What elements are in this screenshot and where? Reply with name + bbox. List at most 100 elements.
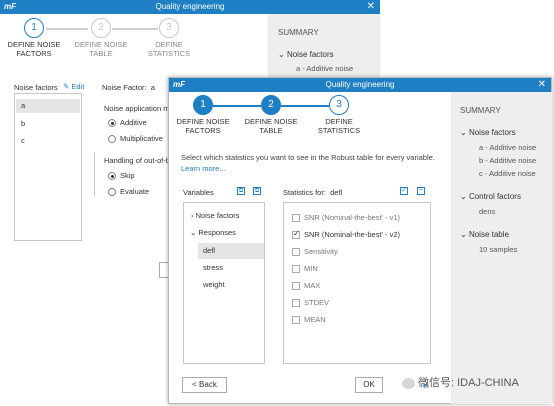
step-2-label: DEFINE NOISE TABLE	[66, 40, 136, 58]
chevron-right-icon[interactable]: ›	[191, 211, 194, 220]
back-button[interactable]: < Back	[182, 377, 227, 393]
radio-icon[interactable]	[108, 135, 116, 144]
stat-label: MEAN	[304, 315, 326, 324]
check-all-icon[interactable]: ✓	[400, 187, 408, 195]
variables-tree: › Noise factors ⌄ Responses defl stress …	[183, 202, 265, 364]
checkbox[interactable]	[292, 265, 300, 274]
noise-factors-list: a b c	[14, 93, 82, 241]
step-label-line: TABLE	[259, 126, 283, 135]
close-icon[interactable]: ✕	[367, 0, 375, 14]
step-2-circle[interactable]: 2	[261, 95, 281, 115]
stat-label: STDEV	[304, 298, 330, 307]
watermark: 微信号: IDAJ-CHINA	[402, 374, 519, 390]
evaluate-radio[interactable]: Evaluate	[108, 187, 150, 197]
summary-section-noise: ⌄ Noise factors	[278, 50, 334, 59]
chevron-down-icon[interactable]: ⌄	[460, 230, 469, 239]
stat-row[interactable]: MEAN	[292, 315, 326, 325]
step-label-line: STATISTICS	[147, 49, 191, 58]
back-titlebar: mF Quality engineering ✕	[0, 0, 380, 14]
step-1-circle[interactable]: 1	[193, 95, 213, 115]
application-label: Noise application m	[104, 104, 170, 113]
summary-item: 10 samples	[479, 245, 518, 254]
radio-icon[interactable]	[108, 172, 116, 181]
step-label-line: DEFINE	[155, 40, 183, 49]
chevron-down-icon[interactable]: ⌄	[190, 228, 196, 237]
checkbox[interactable]	[292, 229, 300, 240]
multiplicative-label: Multiplicative	[120, 134, 163, 143]
step-2-label: DEFINE NOISE TABLE	[236, 117, 306, 135]
pencil-icon: ✎	[63, 82, 70, 91]
step-label-line: DEFINE NOISE	[74, 40, 128, 49]
chevron-down-icon[interactable]: ⌄	[460, 192, 469, 201]
step-3-circle[interactable]: 3	[159, 18, 179, 38]
step-label-line: DEFINE NOISE	[244, 117, 298, 126]
step-label-line: TABLE	[89, 49, 113, 58]
summary-title: SUMMARY	[460, 106, 501, 115]
summary-section-label: Noise table	[468, 230, 509, 239]
tree-item-weight[interactable]: weight	[203, 280, 225, 289]
handling-label: Handling of out-of-b	[104, 156, 170, 165]
step-connector	[112, 28, 158, 30]
step-label-line: DEFINE	[325, 117, 353, 126]
tree-item-stress[interactable]: stress	[203, 263, 223, 272]
step-1-label: DEFINE NOISE FACTORS	[0, 40, 69, 58]
expand-all-icon[interactable]: ⧉	[237, 187, 245, 195]
step-label-line: FACTORS	[185, 126, 221, 135]
separator	[94, 152, 95, 196]
front-summary-panel: SUMMARY ⌄ Noise factors a - Additive noi…	[451, 92, 552, 404]
ok-button[interactable]: OK	[355, 377, 383, 393]
step-1-circle[interactable]: 1	[24, 18, 44, 38]
stat-label: MAX	[304, 281, 321, 290]
noise-factor-title: Noise Factor: a	[102, 83, 155, 92]
additive-label: Additive	[120, 118, 147, 127]
stat-row[interactable]: Sensitivity	[292, 247, 338, 257]
wechat-icon	[402, 377, 415, 389]
tree-item-defl[interactable]: defl	[198, 243, 264, 259]
radio-icon[interactable]	[108, 119, 116, 128]
list-item[interactable]: b	[21, 119, 25, 128]
step-1-label: DEFINE NOISE FACTORS	[168, 117, 238, 135]
chevron-down-icon[interactable]: ⌄	[460, 128, 469, 137]
step-2-circle[interactable]: 2	[91, 18, 111, 38]
stat-row[interactable]: MAX	[292, 281, 321, 291]
uncheck-all-icon[interactable]: −	[417, 187, 425, 195]
list-item[interactable]: a	[16, 99, 80, 113]
evaluate-label: Evaluate	[120, 187, 150, 196]
back-summary-panel: SUMMARY ⌄ Noise factors a - Additive noi…	[268, 14, 380, 84]
radio-icon[interactable]	[108, 188, 116, 197]
edit-button[interactable]: ✎ Edit	[63, 82, 84, 91]
checkbox[interactable]	[292, 214, 300, 223]
skip-radio[interactable]: Skip	[108, 171, 135, 181]
stat-row[interactable]: STDEV	[292, 298, 330, 308]
step-label-line: DEFINE NOISE	[176, 117, 230, 126]
step-connector	[213, 105, 261, 107]
checkbox[interactable]	[292, 316, 300, 325]
multiplicative-radio[interactable]: Multiplicative	[108, 134, 163, 144]
stat-label: SNR (Nominal-the-best' - v2)	[304, 230, 401, 239]
close-icon[interactable]: ✕	[538, 78, 546, 92]
edit-label: Edit	[71, 82, 85, 91]
checkbox[interactable]	[292, 282, 300, 291]
stat-label: SNR (Nominal-the-best' - v1)	[304, 213, 401, 222]
summary-item: dens	[479, 207, 496, 216]
stat-row[interactable]: MIN	[292, 264, 318, 274]
summary-title: SUMMARY	[278, 28, 319, 37]
step-3-circle[interactable]: 3	[329, 95, 349, 115]
checkbox[interactable]	[292, 299, 300, 308]
stat-row[interactable]: SNR (Nominal-the-best' - v1)	[292, 213, 401, 223]
collapse-all-icon[interactable]: ⧉	[253, 187, 261, 195]
window-title: Quality engineering	[325, 80, 395, 89]
statistics-list: SNR (Nominal-the-best' - v1) SNR (Nomina…	[283, 202, 431, 364]
checkbox[interactable]	[292, 248, 300, 257]
chevron-down-icon[interactable]: ⌄	[278, 50, 287, 59]
step-label-line: DEFINE NOISE	[7, 40, 61, 49]
tree-node-label: Responses	[198, 228, 236, 237]
stat-row[interactable]: SNR (Nominal-the-best' - v2)	[292, 229, 401, 240]
step-label-line: STATISTICS	[317, 126, 361, 135]
tree-node-responses[interactable]: ⌄ Responses	[190, 228, 236, 237]
step-connector	[281, 105, 329, 107]
tree-node-noise-factors[interactable]: › Noise factors	[191, 211, 239, 220]
learn-more-link[interactable]: Learn more...	[181, 164, 226, 173]
additive-radio[interactable]: Additive	[108, 118, 147, 128]
list-item[interactable]: c	[21, 136, 25, 145]
